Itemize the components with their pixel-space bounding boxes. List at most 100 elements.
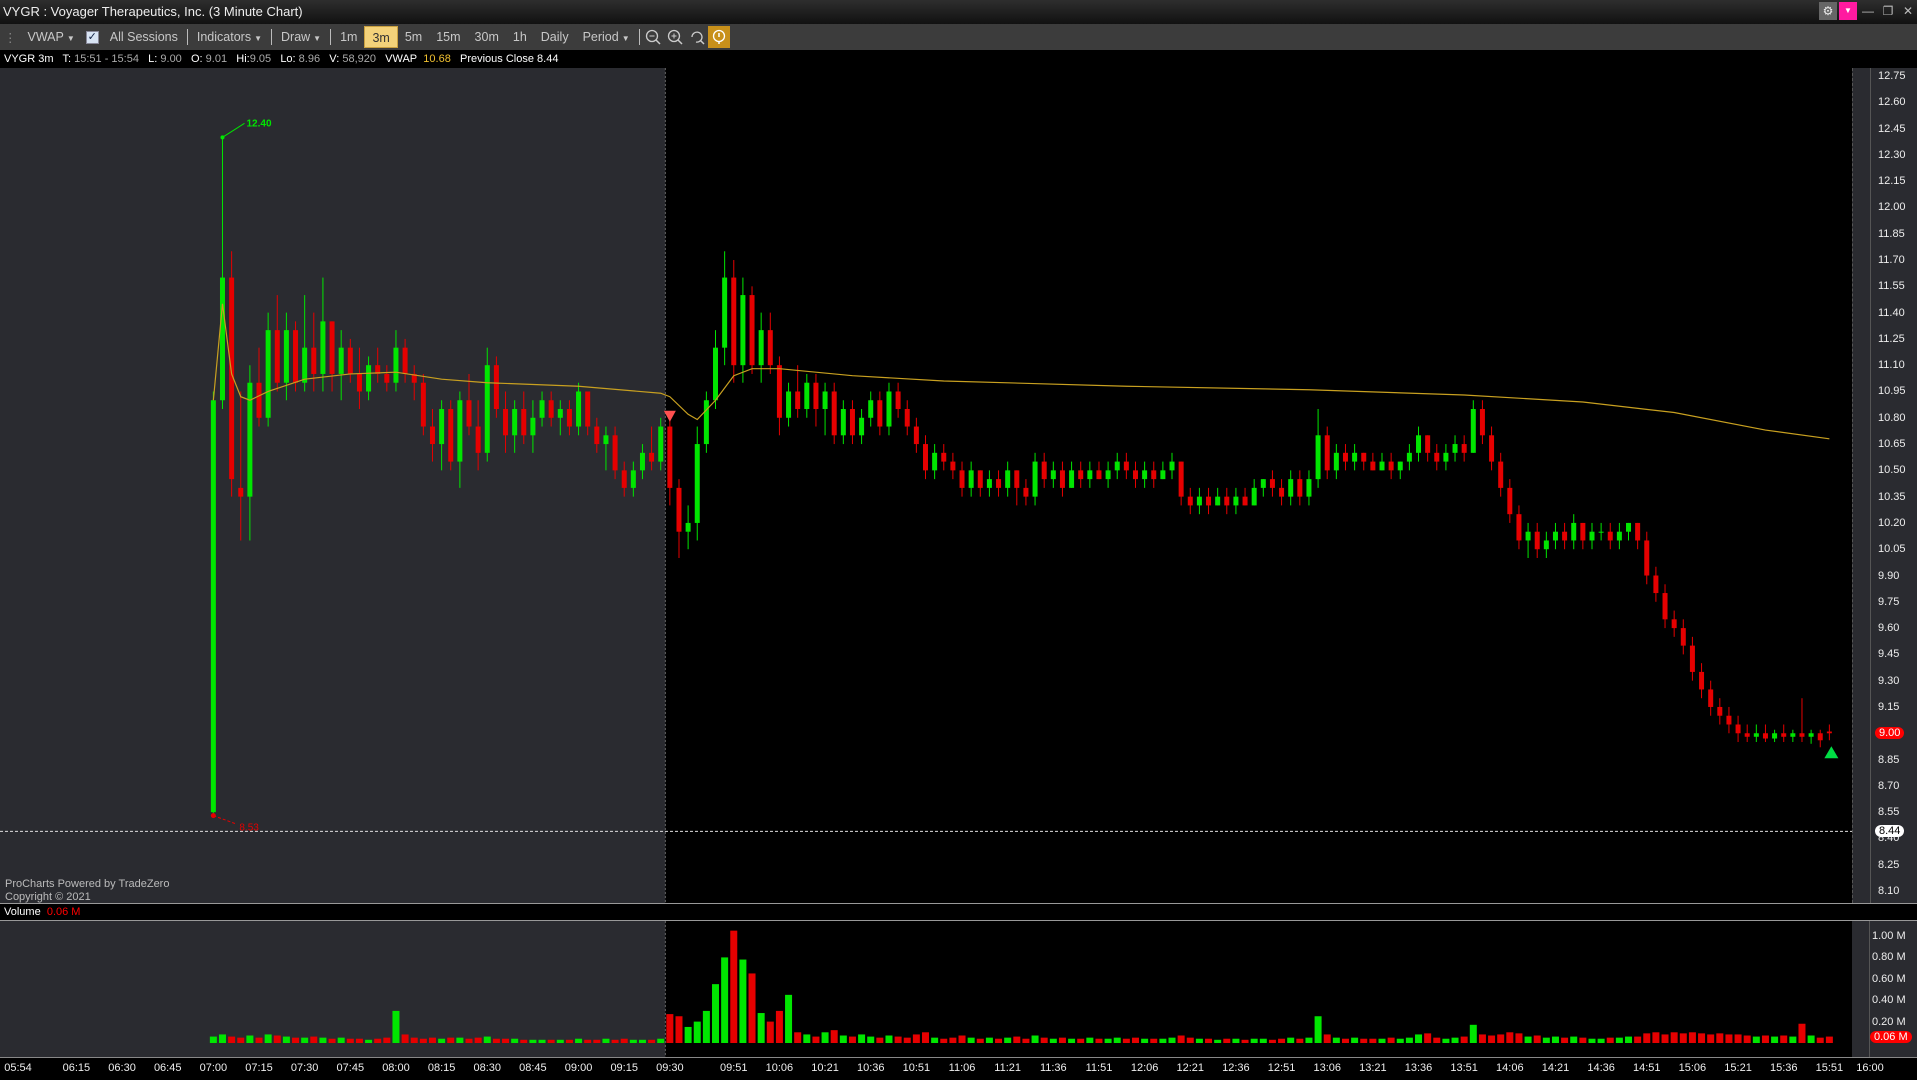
time-tick-label: 10:06 — [765, 1062, 794, 1074]
candle-body — [1516, 514, 1522, 541]
volume-bar — [1131, 1037, 1139, 1043]
close-icon[interactable]: ✕ — [1899, 2, 1917, 20]
volume-axis[interactable]: 1.00 M 0.80 M 0.60 M 0.40 M 0.20 M 0.06 M — [1852, 921, 1917, 1057]
volume-bar — [1643, 1033, 1651, 1043]
high-label: Hi: — [236, 53, 250, 65]
volume-title: Volume — [4, 906, 41, 918]
candle-body — [1616, 531, 1622, 541]
candle-body — [1680, 628, 1686, 646]
volume-bar — [511, 1038, 519, 1043]
candle-body — [320, 321, 326, 374]
period-daily[interactable]: Daily — [534, 26, 576, 48]
volume-bar — [1241, 1039, 1249, 1043]
candle-body — [1260, 479, 1266, 488]
time-tick-label: 10:36 — [856, 1062, 885, 1074]
volume-bar — [1761, 1035, 1769, 1043]
time-tick-label: 09:30 — [656, 1062, 684, 1074]
candle-body — [1498, 461, 1504, 488]
price-tick-label: 8.10 — [1878, 885, 1900, 897]
vwap-dropdown[interactable]: VWAP ▼ — [21, 26, 82, 48]
all-sessions-button[interactable]: All Sessions — [103, 26, 185, 48]
candle-body — [1507, 487, 1513, 515]
price-tick-label: 9.45 — [1878, 648, 1900, 661]
price-tick-label: 12.45 — [1878, 122, 1906, 135]
candle-body — [1370, 461, 1376, 471]
volume-bar — [684, 1026, 692, 1043]
price-tick-label: 11.40 — [1878, 306, 1905, 319]
period-30m[interactable]: 30m — [468, 26, 506, 48]
candle-body — [1589, 531, 1595, 541]
candle-body — [484, 365, 490, 453]
volume-tick-label: 0.40 M — [1872, 994, 1906, 1007]
candle-body — [1607, 531, 1613, 541]
price-tick-label: 11.70 — [1878, 254, 1905, 267]
candle-body — [603, 435, 609, 445]
reset-zoom-icon[interactable] — [686, 26, 708, 48]
candle-body — [1562, 531, 1568, 541]
dropdown-icon[interactable]: ▼ — [1839, 2, 1857, 20]
volume-bar — [757, 1013, 765, 1043]
period-dropdown[interactable]: Period ▼ — [576, 26, 637, 48]
time-tick-label: 14:51 — [1633, 1062, 1661, 1074]
candle-body — [1142, 470, 1148, 480]
window-controls: ⚙ ▼ — ❐ ✕ — [1819, 0, 1917, 22]
price-tick-label: 8.70 — [1878, 779, 1900, 792]
time-tick-label: 14:06 — [1496, 1062, 1524, 1074]
zoom-out-icon[interactable] — [642, 26, 664, 48]
restore-icon[interactable]: ❐ — [1879, 2, 1897, 20]
candle-body — [338, 347, 344, 374]
minimize-icon[interactable]: — — [1859, 2, 1877, 20]
candle-body — [740, 295, 746, 366]
vwap-checkbox[interactable]: ✓ — [85, 30, 99, 44]
divider — [638, 29, 640, 45]
drag-handle-icon[interactable]: ⋮ — [0, 30, 21, 45]
gear-icon[interactable]: ⚙ — [1819, 2, 1837, 20]
period-1m[interactable]: 1m — [333, 26, 364, 48]
period-15m[interactable]: 15m — [429, 26, 467, 48]
candle-body — [767, 330, 773, 366]
volume-bar — [310, 1036, 318, 1043]
price-tick-label: 10.35 — [1878, 490, 1906, 503]
candle-body — [265, 330, 271, 418]
candle-body — [1753, 733, 1759, 737]
volume-bar — [1670, 1032, 1678, 1043]
time-tick-label: 16:00 — [1856, 1062, 1884, 1074]
volume-bar — [419, 1038, 427, 1043]
volume-bar — [1077, 1038, 1085, 1043]
candle-body — [1726, 715, 1732, 725]
indicators-dropdown[interactable]: Indicators ▼ — [190, 26, 269, 48]
volume-bar — [584, 1039, 592, 1043]
volume-bar — [858, 1034, 866, 1043]
volume-bar — [337, 1037, 345, 1043]
volume-bar — [465, 1038, 473, 1043]
price-chart-pane[interactable]: 12.40 8.53 — [0, 68, 1852, 903]
time-axis[interactable]: 05:54 06:15 06:30 06:45 07:00 07:15 07:30 07:45… — [0, 1057, 1917, 1080]
period-5m[interactable]: 5m — [398, 26, 429, 48]
volume-bar — [520, 1039, 528, 1043]
candle-body — [1059, 470, 1065, 488]
zoom-in-icon[interactable] — [664, 26, 686, 48]
candle-body — [685, 522, 691, 532]
volume-tick-label: 0.20 M — [1872, 1015, 1906, 1028]
volume-bar — [1816, 1037, 1824, 1043]
price-axis[interactable]: 12.75 12.60 12.45 12.30 12.15 12.00 11.85 11.70… — [1852, 68, 1917, 903]
period-3m[interactable]: 3m — [364, 26, 398, 48]
volume-bar — [1369, 1038, 1377, 1043]
volume-bar — [1433, 1037, 1441, 1043]
volume-bar — [1104, 1038, 1112, 1043]
volume-pane[interactable] — [0, 921, 1852, 1057]
volume-bar — [392, 1010, 400, 1043]
volume-bar — [1068, 1038, 1076, 1043]
volume-bar — [1341, 1038, 1349, 1043]
volume-bar — [1506, 1032, 1514, 1043]
draw-dropdown[interactable]: Draw ▼ — [274, 26, 328, 48]
candle-body — [1160, 470, 1166, 480]
candle-body — [658, 426, 664, 462]
crosshair-zoom-icon[interactable] — [707, 26, 730, 48]
volume-bar — [1570, 1036, 1578, 1043]
period-1h[interactable]: 1h — [506, 26, 534, 48]
candle-body — [986, 479, 992, 488]
volume-bar — [328, 1038, 336, 1043]
price-tick-label: 11.25 — [1878, 332, 1905, 345]
candle-body — [283, 330, 289, 383]
